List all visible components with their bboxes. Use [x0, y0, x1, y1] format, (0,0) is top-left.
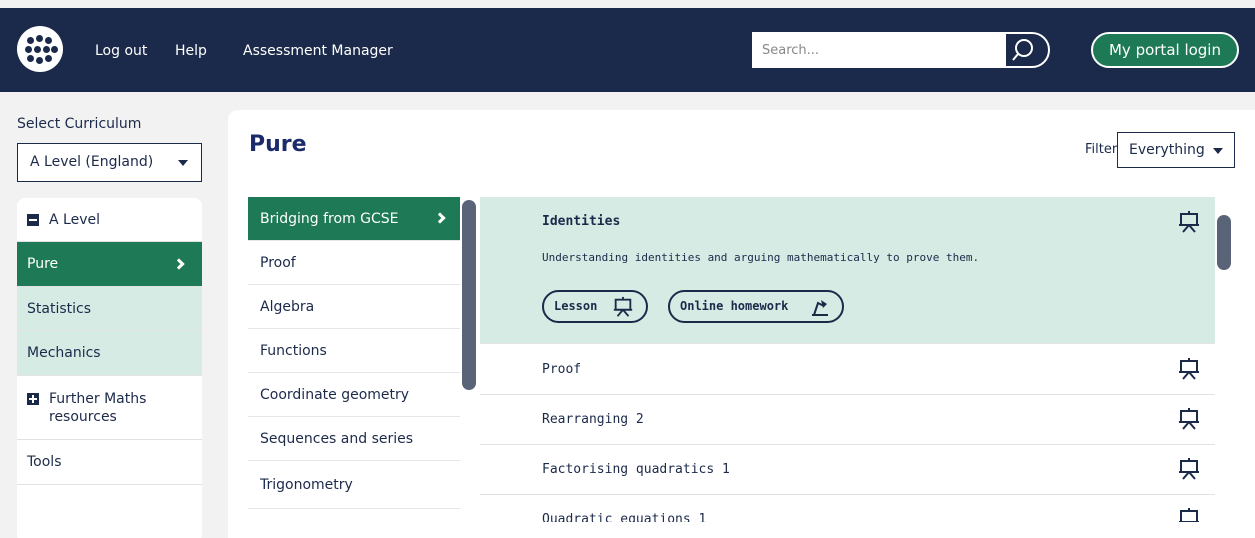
- presentation-board-icon[interactable]: [1178, 357, 1200, 381]
- topic-list: Bridging from GCSE Proof Algebra Functio…: [248, 197, 460, 522]
- curriculum-select[interactable]: A Level (England): [17, 143, 202, 182]
- sidebar-item-label: Pure: [27, 256, 59, 272]
- chevron-right-icon: [173, 258, 185, 270]
- topic-item-label: Coordinate geometry: [260, 387, 410, 403]
- featured-lesson-card[interactable]: Identities Understanding identities and …: [480, 197, 1215, 344]
- assessment-manager-link[interactable]: Assessment Manager: [243, 43, 393, 59]
- plus-icon: [27, 393, 39, 405]
- lesson-list-scrollbar[interactable]: [1215, 197, 1233, 522]
- presentation-board-icon: [613, 296, 633, 317]
- sidebar-nav: A Level Pure Statistics Mechanics Furthe…: [17, 198, 202, 538]
- topic-item-coordinate-geometry[interactable]: Coordinate geometry: [248, 373, 460, 417]
- lesson-button[interactable]: Lesson: [542, 290, 648, 323]
- main-panel: Pure Filter Everything Bridging from GCS…: [228, 110, 1255, 538]
- lesson-row-quadratic-equations-1[interactable]: Quadratic equations 1: [480, 495, 1215, 522]
- topic-item-functions[interactable]: Functions: [248, 329, 460, 373]
- online-homework-label: Online homework: [680, 299, 789, 313]
- presentation-board-icon[interactable]: [1178, 457, 1200, 481]
- help-link[interactable]: Help: [175, 43, 207, 59]
- sidebar-item-pure[interactable]: Pure: [17, 242, 202, 287]
- sidebar-item-label: Statistics: [27, 300, 91, 317]
- homework-hand-icon: [812, 300, 828, 316]
- topic-item-algebra[interactable]: Algebra: [248, 285, 460, 329]
- chevron-down-icon: [178, 160, 188, 166]
- lesson-list: Identities Understanding identities and …: [480, 197, 1215, 522]
- scrollbar-thumb[interactable]: [1217, 215, 1231, 270]
- minus-icon: [27, 213, 39, 226]
- topic-item-label: Sequences and series: [260, 431, 414, 447]
- lesson-button-label: Lesson: [554, 299, 598, 313]
- curriculum-select-value: A Level (England): [30, 154, 154, 170]
- sidebar-item-statistics[interactable]: Statistics: [17, 287, 202, 331]
- presentation-board-icon[interactable]: [1178, 407, 1200, 431]
- online-homework-button[interactable]: Online homework: [668, 290, 844, 323]
- presentation-board-icon[interactable]: [1178, 210, 1200, 234]
- search-icon: [1012, 39, 1033, 61]
- select-curriculum-label: Select Curriculum: [17, 116, 142, 132]
- topic-item-proof[interactable]: Proof: [248, 241, 460, 285]
- topic-item-label: Proof: [260, 255, 296, 271]
- topic-item-label: Functions: [260, 343, 327, 359]
- filter-select[interactable]: Everything: [1117, 132, 1235, 168]
- topic-item-label: Trigonometry: [260, 477, 353, 493]
- sidebar-item-further-maths[interactable]: Further Maths resources: [17, 376, 202, 440]
- lesson-row-label: Factorising quadratics 1: [542, 462, 730, 477]
- filter-select-value: Everything: [1129, 142, 1205, 158]
- lesson-row-proof[interactable]: Proof: [480, 345, 1215, 395]
- sidebar-item-label: A Level: [49, 211, 100, 228]
- lesson-row-label: Rearranging 2: [542, 412, 644, 427]
- topic-item-bridging-from-gcse[interactable]: Bridging from GCSE: [248, 197, 460, 241]
- presentation-board-icon[interactable]: [1178, 507, 1200, 522]
- search-button[interactable]: [1004, 32, 1050, 68]
- chevron-right-icon: [434, 212, 446, 224]
- topic-list-scrollbar[interactable]: [460, 197, 478, 522]
- logo-icon[interactable]: [17, 26, 63, 72]
- search-input[interactable]: [752, 32, 1004, 68]
- sidebar-item-a-level[interactable]: A Level: [17, 198, 202, 242]
- sidebar-item-mechanics[interactable]: Mechanics: [17, 331, 202, 376]
- sidebar-item-tools[interactable]: Tools: [17, 440, 202, 485]
- lesson-row-label: Quadratic equations 1: [542, 512, 707, 522]
- sidebar-item-label: Further Maths resources: [49, 391, 147, 425]
- topic-item-label: Bridging from GCSE: [260, 211, 399, 227]
- my-portal-login-button[interactable]: My portal login: [1091, 32, 1239, 68]
- page-title: Pure: [249, 132, 307, 157]
- featured-lesson-description: Understanding identities and arguing mat…: [542, 251, 980, 264]
- topic-item-sequences-and-series[interactable]: Sequences and series: [248, 417, 460, 461]
- sidebar-item-label: Tools: [27, 454, 62, 470]
- featured-lesson-title: Identities: [542, 214, 621, 229]
- topic-item-label: Algebra: [260, 299, 315, 315]
- topic-item-trigonometry[interactable]: Trigonometry: [248, 461, 460, 509]
- filter-label: Filter: [1085, 142, 1118, 157]
- lesson-row-label: Proof: [542, 362, 582, 377]
- top-navigation-bar: Log out Help Assessment Manager My porta…: [0, 8, 1255, 92]
- sidebar-item-label: Mechanics: [27, 345, 101, 361]
- scrollbar-thumb[interactable]: [462, 200, 476, 390]
- lesson-row-factorising-quadratics-1[interactable]: Factorising quadratics 1: [480, 445, 1215, 495]
- chevron-down-icon: [1213, 148, 1223, 154]
- logout-link[interactable]: Log out: [95, 43, 147, 59]
- lesson-row-rearranging-2[interactable]: Rearranging 2: [480, 395, 1215, 445]
